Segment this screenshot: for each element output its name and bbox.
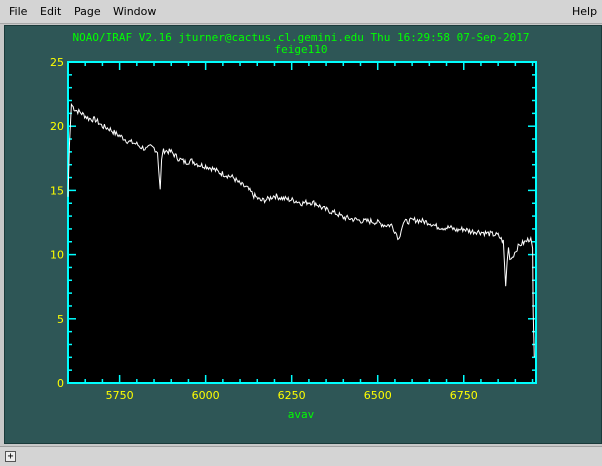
menu-help[interactable]: Help [572,5,597,18]
window-frame: NOAO/IRAF V2.16 jturner@cactus.cl.gemini… [0,24,602,446]
expand-button[interactable]: + [5,451,16,462]
menu-edit[interactable]: Edit [40,5,61,18]
graphics-window: NOAO/IRAF V2.16 jturner@cactus.cl.gemini… [4,25,602,444]
x-tick-label: 6000 [192,389,220,402]
x-axis-label: avav [288,408,315,421]
plot-area [67,61,537,384]
plot-canvas: NOAO/IRAF V2.16 jturner@cactus.cl.gemini… [50,31,537,421]
x-tick-label: 6500 [364,389,392,402]
status-bar: + [0,446,602,466]
x-tick-label: 5750 [106,389,134,402]
x-tick-label: 6750 [450,389,478,402]
x-tick-label: 6250 [278,389,306,402]
y-tick-label: 0 [57,377,64,390]
y-tick-label: 15 [50,184,64,197]
y-tick-label: 5 [57,313,64,326]
menu-page[interactable]: Page [74,5,101,18]
menu-window[interactable]: Window [113,5,156,18]
y-tick-label: 10 [50,249,64,262]
menu-file[interactable]: File [9,5,27,18]
plot-object-name: feige110 [275,43,328,56]
menu-bar: File Edit Page Window Help [0,0,602,24]
y-tick-label: 20 [50,120,64,133]
y-tick-label: 25 [50,56,64,69]
